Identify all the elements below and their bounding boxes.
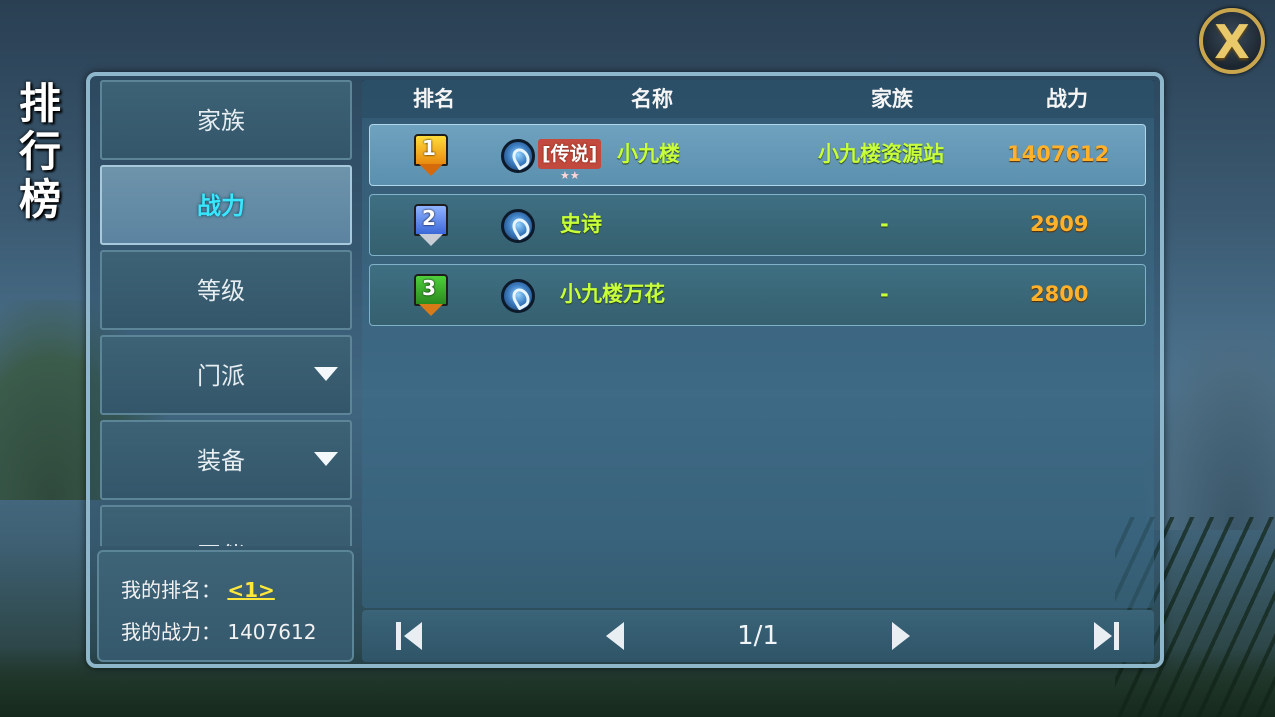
tab-label: 装备 [197, 447, 245, 475]
player-name: 史诗 [560, 212, 602, 236]
power-value: 1407612 [1007, 142, 1110, 166]
my-rank-label: 我的排名： [121, 578, 221, 602]
prev-page-icon [606, 622, 624, 650]
class-emblem-icon [501, 279, 535, 313]
table-header: 排名 名称 家族 战力 [362, 80, 1154, 118]
close-button[interactable]: X [1199, 8, 1265, 74]
family-name: - [880, 282, 889, 306]
tab-label: 家族 [197, 107, 245, 135]
page-title: 排行榜 [18, 79, 61, 224]
header-family: 家族 [871, 87, 913, 111]
category-tabs: 家族 战力 等级 门派 装备 同伴 [100, 80, 352, 546]
power-value: 2800 [1030, 282, 1089, 306]
header-name: 名称 [631, 87, 673, 111]
prev-page-button[interactable] [598, 610, 658, 662]
tab-sect[interactable]: 门派 [100, 335, 352, 415]
class-emblem-icon [501, 209, 535, 243]
rank-number: 2 [422, 206, 436, 230]
family-name: - [880, 212, 889, 236]
tab-equipment[interactable]: 装备 [100, 420, 352, 500]
tab-power[interactable]: 战力 [100, 165, 352, 245]
family-name: 小九楼资源站 [818, 142, 944, 166]
my-rank-info: 我的排名： <1> 我的战力： 1407612 [97, 550, 354, 662]
first-page-button[interactable] [390, 610, 450, 662]
next-page-button[interactable] [890, 610, 950, 662]
rank-medal-gold: 1 [414, 134, 448, 178]
last-page-button[interactable] [1092, 610, 1152, 662]
tab-companion[interactable]: 同伴 [100, 505, 352, 546]
my-power-row: 我的战力： 1407612 [121, 616, 316, 645]
class-emblem-icon [501, 139, 535, 173]
my-power-value: 1407612 [227, 620, 317, 644]
my-rank-value[interactable]: <1> [227, 578, 274, 602]
rank-number: 3 [422, 276, 436, 300]
player-name: 小九楼万花 [560, 282, 665, 306]
tab-family[interactable]: 家族 [100, 80, 352, 160]
tab-label: 战力 [197, 192, 245, 220]
dropdown-arrow-icon [314, 452, 338, 466]
dropdown-arrow-icon [314, 367, 338, 381]
my-rank-row: 我的排名： <1> [121, 574, 275, 603]
tab-level[interactable]: 等级 [100, 250, 352, 330]
player-name: 小九楼 [617, 142, 680, 166]
rank-medal-silver: 2 [414, 204, 448, 248]
legend-tag: [传说] [538, 139, 602, 169]
tab-label: 同伴 [102, 517, 340, 546]
my-power-label: 我的战力： [121, 620, 221, 644]
tab-label: 等级 [197, 277, 245, 305]
first-page-icon [396, 622, 401, 650]
page-indicator: 1/1 [737, 621, 779, 651]
close-icon: X [1214, 15, 1250, 69]
power-value: 2909 [1030, 212, 1089, 236]
next-page-icon [892, 622, 910, 650]
background-mountain-right [1145, 330, 1275, 530]
tab-label: 门派 [197, 362, 245, 390]
rank-medal-bronze: 3 [414, 274, 448, 318]
last-page-icon [1094, 622, 1112, 650]
rank-number: 1 [422, 136, 436, 160]
pagination-bar: 1/1 [362, 610, 1154, 662]
header-rank: 排名 [413, 87, 455, 111]
header-power: 战力 [1046, 87, 1088, 111]
tag-stars: ★★ [560, 169, 580, 182]
